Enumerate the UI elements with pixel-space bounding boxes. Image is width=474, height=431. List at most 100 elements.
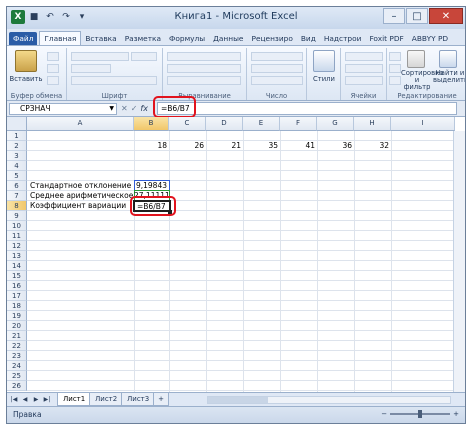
row-header-20[interactable]: 20 <box>7 321 27 331</box>
row-header-5[interactable]: 5 <box>7 171 27 181</box>
tab-formulas[interactable]: Формулы <box>165 32 209 45</box>
copy-icon[interactable] <box>47 64 59 73</box>
tab-home[interactable]: Главная <box>39 31 82 45</box>
cell-h2[interactable]: 32 <box>354 141 389 151</box>
find-select-icon[interactable] <box>439 50 457 68</box>
row-header-4[interactable]: 4 <box>7 161 27 171</box>
row-header-17[interactable]: 17 <box>7 291 27 301</box>
row-header-26[interactable]: 26 <box>7 381 27 391</box>
column-header-c[interactable]: C <box>169 117 206 131</box>
sort-filter-icon[interactable] <box>407 50 425 68</box>
column-header-g[interactable]: G <box>317 117 354 131</box>
horizontal-scroll-thumb[interactable] <box>208 397 268 403</box>
cell-a7[interactable]: Среднее арифметическое <box>30 191 134 201</box>
insert-cells-button[interactable] <box>345 52 383 61</box>
row-header-22[interactable]: 22 <box>7 341 27 351</box>
paste-icon[interactable] <box>15 50 37 72</box>
sum-icon[interactable] <box>389 52 401 61</box>
tab-abbyy-pdf[interactable]: ABBYY PD <box>408 32 452 45</box>
format-cells-button[interactable] <box>345 76 383 85</box>
tab-view[interactable]: Вид <box>297 32 320 45</box>
row-header-25[interactable]: 25 <box>7 371 27 381</box>
cell-g2[interactable]: 36 <box>317 141 352 151</box>
font-style-buttons[interactable] <box>71 64 111 73</box>
row-header-11[interactable]: 11 <box>7 231 27 241</box>
column-header-h[interactable]: H <box>354 117 391 131</box>
zoom-slider-thumb[interactable] <box>418 410 423 418</box>
insert-function-icon[interactable]: fx <box>140 103 148 115</box>
sheet-tab-1[interactable]: Лист1 <box>57 393 92 406</box>
new-sheet-icon[interactable]: + <box>153 393 169 406</box>
sort-filter-label[interactable]: Сортировка и фильтр <box>401 70 443 91</box>
cell-f2[interactable]: 41 <box>280 141 315 151</box>
name-box-dropdown-icon[interactable]: ▼ <box>109 104 114 114</box>
enter-icon[interactable]: ✓ <box>131 103 138 115</box>
sheet-tab-3[interactable]: Лист3 <box>121 393 156 406</box>
clear-icon[interactable] <box>389 76 401 85</box>
row-header-12[interactable]: 12 <box>7 241 27 251</box>
name-box[interactable]: СРЗНАЧ ▼ <box>9 103 117 115</box>
find-select-label[interactable]: Найти и выделить <box>433 70 465 84</box>
row-header-2[interactable]: 2 <box>7 141 27 151</box>
paste-label[interactable]: Вставить <box>7 75 45 83</box>
column-header-e[interactable]: E <box>243 117 280 131</box>
number-format-buttons[interactable] <box>251 64 303 73</box>
formula-input[interactable]: =B6/B7 <box>157 102 457 115</box>
font-size-select[interactable] <box>131 52 157 61</box>
sheet-tab-2[interactable]: Лист2 <box>89 393 124 406</box>
row-header-23[interactable]: 23 <box>7 351 27 361</box>
cell-b2[interactable]: 18 <box>134 141 167 151</box>
font-name-select[interactable] <box>71 52 129 61</box>
indent-merge-buttons[interactable] <box>167 76 241 85</box>
row-header-15[interactable]: 15 <box>7 271 27 281</box>
row-header-7[interactable]: 7 <box>7 191 27 201</box>
first-sheet-icon[interactable]: |◀ <box>9 395 19 405</box>
row-header-1[interactable]: 1 <box>7 131 27 141</box>
row-header-18[interactable]: 18 <box>7 301 27 311</box>
tab-file[interactable]: Файл <box>9 32 38 45</box>
fill-icon[interactable] <box>389 64 401 73</box>
zoom-in-icon[interactable]: + <box>453 410 459 418</box>
vertical-scrollbar[interactable] <box>453 131 465 392</box>
horizontal-scrollbar[interactable] <box>207 396 451 404</box>
row-header-13[interactable]: 13 <box>7 251 27 261</box>
styles-icon[interactable] <box>313 50 335 72</box>
last-sheet-icon[interactable]: ▶| <box>42 395 52 405</box>
spreadsheet-grid[interactable]: A B C D E F G H I 18 26 21 35 41 36 32 С… <box>7 117 465 392</box>
tab-review[interactable]: Рецензиро <box>247 32 296 45</box>
column-header-a[interactable]: A <box>27 117 134 131</box>
zoom-slider[interactable] <box>390 410 451 418</box>
cancel-icon[interactable]: ✕ <box>121 103 128 115</box>
row-header-6[interactable]: 6 <box>7 181 27 191</box>
select-all-corner[interactable] <box>7 117 27 131</box>
row-header-21[interactable]: 21 <box>7 331 27 341</box>
cell-c2[interactable]: 26 <box>169 141 204 151</box>
horizontal-align-buttons[interactable] <box>167 64 241 73</box>
tab-insert[interactable]: Вставка <box>81 32 120 45</box>
minimize-button[interactable]: – <box>383 8 405 24</box>
tab-data[interactable]: Данные <box>209 32 247 45</box>
row-header-8[interactable]: 8 <box>7 201 27 211</box>
cell-e2[interactable]: 35 <box>243 141 278 151</box>
cell-a6[interactable]: Стандартное отклонение <box>30 181 131 191</box>
vertical-align-buttons[interactable] <box>167 52 241 61</box>
next-sheet-icon[interactable]: ▶ <box>31 395 41 405</box>
row-header-14[interactable]: 14 <box>7 261 27 271</box>
close-button[interactable]: ✕ <box>429 8 463 24</box>
delete-cells-button[interactable] <box>345 64 383 73</box>
column-header-d[interactable]: D <box>206 117 243 131</box>
format-painter-icon[interactable] <box>47 76 59 85</box>
cut-icon[interactable] <box>47 52 59 61</box>
cell-d2[interactable]: 21 <box>206 141 241 151</box>
zoom-out-icon[interactable]: − <box>381 410 387 418</box>
row-header-19[interactable]: 19 <box>7 311 27 321</box>
row-header-24[interactable]: 24 <box>7 361 27 371</box>
column-header-b[interactable]: B <box>134 117 169 131</box>
prev-sheet-icon[interactable]: ◀ <box>20 395 30 405</box>
cell-a8[interactable]: Коэффициент вариации <box>30 201 126 211</box>
styles-label[interactable]: Стили <box>307 75 341 83</box>
tab-page-layout[interactable]: Разметка <box>121 32 165 45</box>
row-header-9[interactable]: 9 <box>7 211 27 221</box>
maximize-button[interactable]: □ <box>406 8 428 24</box>
row-header-16[interactable]: 16 <box>7 281 27 291</box>
